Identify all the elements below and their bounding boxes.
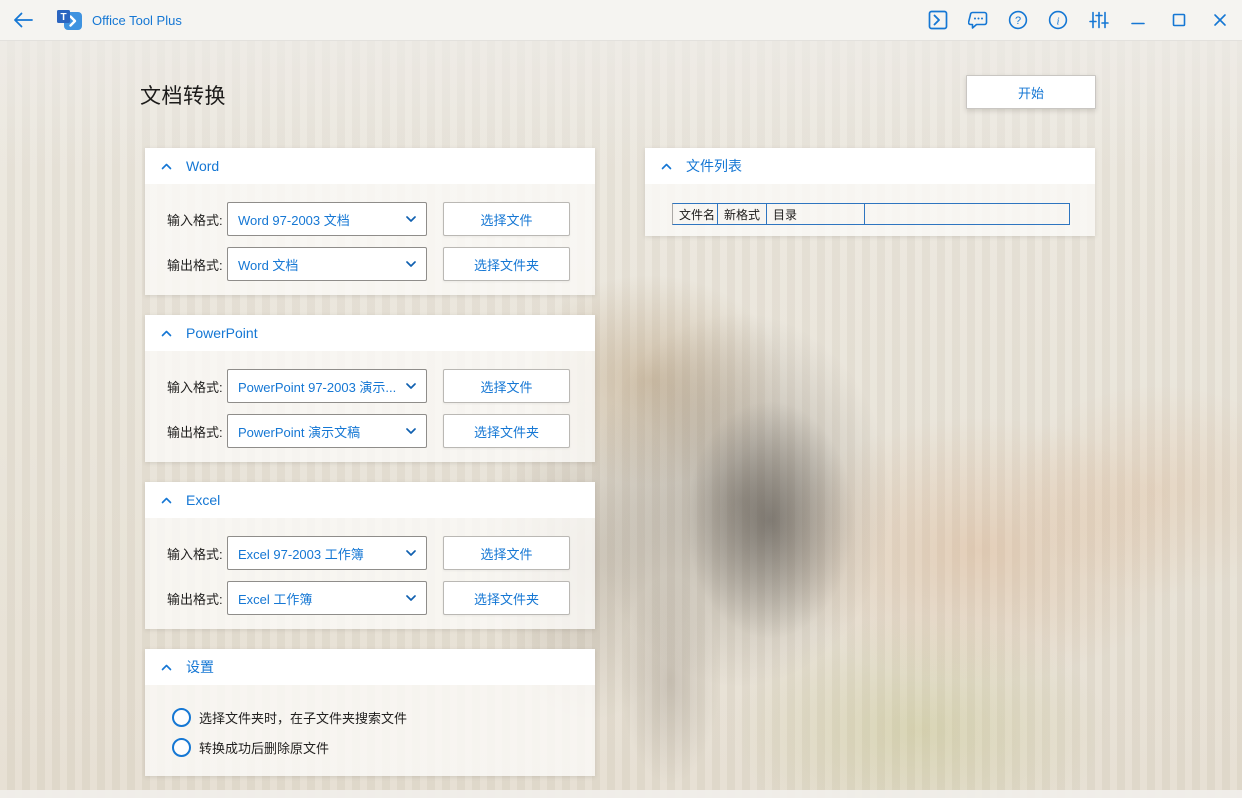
- option-search-subfolders-label: 选择文件夹时，在子文件夹搜索文件: [199, 711, 408, 726]
- chevron-down-icon: [406, 216, 416, 222]
- excel-input-format-value: Excel 97-2003 工作簿: [238, 546, 364, 562]
- chevron-down-icon: [406, 550, 416, 556]
- output-format-label: 输出格式:: [167, 424, 223, 440]
- excel-input-format-dropdown[interactable]: Excel 97-2003 工作簿: [227, 536, 427, 570]
- radio-unchecked-icon[interactable]: [172, 708, 191, 727]
- chevron-down-icon: [406, 595, 416, 601]
- chevron-up-icon: [161, 163, 172, 169]
- column-header-filename[interactable]: 文件名: [673, 204, 718, 224]
- titlebar: T Office Tool Plus ? i: [0, 0, 1242, 41]
- svg-text:i: i: [1056, 16, 1059, 28]
- column-header-directory[interactable]: 目录: [767, 204, 865, 224]
- excel-select-folder-button[interactable]: 选择文件夹: [443, 581, 570, 615]
- feedback-icon: [967, 10, 989, 30]
- word-output-format-value: Word 文档: [238, 257, 299, 273]
- word-output-format-dropdown[interactable]: Word 文档: [227, 247, 427, 281]
- word-select-folder-button[interactable]: 选择文件夹: [443, 247, 570, 281]
- chevron-up-icon: [661, 163, 672, 169]
- word-section-header[interactable]: Word: [145, 148, 595, 184]
- powerpoint-section-header[interactable]: PowerPoint: [145, 315, 595, 351]
- option-search-subfolders[interactable]: 选择文件夹时，在子文件夹搜索文件: [172, 708, 595, 727]
- settings-button[interactable]: [1087, 9, 1109, 31]
- svg-text:T: T: [60, 12, 66, 23]
- close-button[interactable]: [1209, 9, 1231, 31]
- excel-section-title: Excel: [186, 492, 221, 508]
- settings-sliders-icon: [1088, 10, 1109, 30]
- file-list-section-title: 文件列表: [686, 158, 742, 174]
- info-icon: i: [1048, 10, 1068, 30]
- excel-select-file-button[interactable]: 选择文件: [443, 536, 570, 570]
- column-header-filler: [865, 204, 1069, 224]
- feedback-button[interactable]: [967, 9, 989, 31]
- minimize-icon: [1129, 11, 1147, 29]
- file-list-panel: 文件列表 文件名 新格式 目录: [645, 148, 1095, 236]
- start-button[interactable]: 开始: [966, 75, 1096, 109]
- horizontal-scrollbar-track[interactable]: [0, 790, 1242, 798]
- chevron-up-icon: [161, 664, 172, 670]
- excel-section-header[interactable]: Excel: [145, 482, 595, 518]
- input-format-label: 输入格式:: [167, 212, 223, 228]
- excel-panel: Excel 输入格式: Excel 97-2003 工作簿 选择文件 输出格式:…: [145, 482, 595, 629]
- console-icon: [928, 10, 948, 30]
- help-icon: ?: [1008, 10, 1028, 30]
- settings-section-title: 设置: [186, 659, 214, 675]
- word-input-format-dropdown[interactable]: Word 97-2003 文档: [227, 202, 427, 236]
- about-button[interactable]: i: [1047, 9, 1069, 31]
- close-icon: [1211, 11, 1229, 29]
- powerpoint-input-format-dropdown[interactable]: PowerPoint 97-2003 演示...: [227, 369, 427, 403]
- word-select-file-button[interactable]: 选择文件: [443, 202, 570, 236]
- powerpoint-output-format-dropdown[interactable]: PowerPoint 演示文稿: [227, 414, 427, 448]
- word-panel: Word 输入格式: Word 97-2003 文档 选择文件 输出格式: Wo…: [145, 148, 595, 295]
- input-format-label: 输入格式:: [167, 379, 223, 395]
- powerpoint-section-title: PowerPoint: [186, 325, 258, 341]
- maximize-icon: [1170, 11, 1188, 29]
- page-title: 文档转换: [140, 85, 226, 108]
- minimize-button[interactable]: [1127, 9, 1149, 31]
- settings-section-header[interactable]: 设置: [145, 649, 595, 685]
- file-list-section-header[interactable]: 文件列表: [645, 148, 1095, 184]
- powerpoint-select-folder-button[interactable]: 选择文件夹: [443, 414, 570, 448]
- word-section-title: Word: [186, 158, 220, 174]
- settings-panel: 设置 选择文件夹时，在子文件夹搜索文件 转换成功后删除原文件: [145, 649, 595, 776]
- option-delete-original-label: 转换成功后删除原文件: [199, 741, 330, 756]
- powerpoint-output-format-value: PowerPoint 演示文稿: [238, 424, 361, 440]
- app-logo-icon: T: [56, 8, 83, 32]
- word-input-format-value: Word 97-2003 文档: [238, 212, 350, 228]
- excel-output-format-dropdown[interactable]: Excel 工作簿: [227, 581, 427, 615]
- console-button[interactable]: [927, 9, 949, 31]
- chevron-down-icon: [406, 383, 416, 389]
- chevron-down-icon: [406, 428, 416, 434]
- chevron-up-icon: [161, 330, 172, 336]
- powerpoint-panel: PowerPoint 输入格式: PowerPoint 97-2003 演示..…: [145, 315, 595, 462]
- chevron-up-icon: [161, 497, 172, 503]
- svg-text:?: ?: [1015, 15, 1021, 27]
- output-format-label: 输出格式:: [167, 591, 223, 607]
- powerpoint-input-format-value: PowerPoint 97-2003 演示...: [238, 379, 397, 395]
- back-button[interactable]: [12, 10, 34, 30]
- radio-unchecked-icon[interactable]: [172, 738, 191, 757]
- powerpoint-select-file-button[interactable]: 选择文件: [443, 369, 570, 403]
- chevron-down-icon: [406, 261, 416, 267]
- help-button[interactable]: ?: [1007, 9, 1029, 31]
- column-header-new-format[interactable]: 新格式: [718, 204, 767, 224]
- maximize-button[interactable]: [1168, 9, 1190, 31]
- excel-output-format-value: Excel 工作簿: [238, 591, 313, 607]
- option-delete-original[interactable]: 转换成功后删除原文件: [172, 738, 595, 757]
- file-list-table-header: 文件名 新格式 目录: [672, 203, 1070, 225]
- input-format-label: 输入格式:: [167, 546, 223, 562]
- app-title: Office Tool Plus: [92, 12, 182, 28]
- output-format-label: 输出格式:: [167, 257, 223, 273]
- back-icon: [12, 11, 34, 29]
